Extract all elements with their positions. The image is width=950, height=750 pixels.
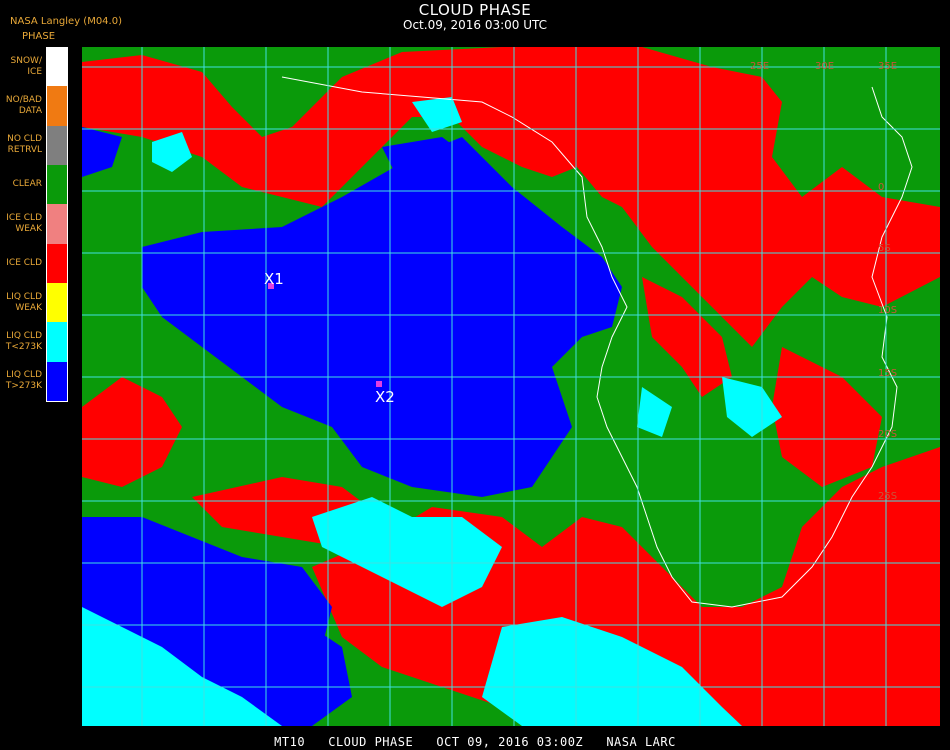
legend-swatch: [47, 125, 67, 165]
grid-label-30e: 30E: [815, 61, 834, 72]
legend-swatch: [47, 282, 67, 323]
legend-label: ICE CLD: [6, 257, 42, 268]
legend-heading: PHASE: [22, 31, 56, 42]
grid-label-25s: 25S: [878, 491, 897, 502]
grid-label-35e: 35E: [878, 61, 897, 72]
legend-label: SNOW/ ICE: [10, 55, 42, 77]
legend-swatch: [47, 164, 67, 205]
grid-label-5s: 5S: [878, 243, 891, 254]
map-title: CLOUD PHASE: [418, 1, 532, 19]
grid-label-25e: 25E: [750, 61, 769, 72]
legend-swatch: [47, 243, 67, 283]
grid-label-10s: 10S: [878, 305, 897, 316]
grid-label-0: 0: [878, 182, 884, 193]
legend-swatch: [47, 47, 67, 87]
status-footer: MT10 CLOUD PHASE OCT 09, 2016 03:00Z NAS…: [274, 735, 676, 749]
legend-label: LIQ CLD WEAK: [6, 291, 42, 313]
legend-label: LIQ CLD T>273K: [5, 370, 42, 392]
legend-swatch: [47, 86, 67, 126]
legend-label: ICE CLD WEAK: [6, 213, 42, 234]
grid-label-20s: 20S: [878, 429, 897, 440]
legend-label: CLEAR: [12, 179, 42, 190]
legend-label: NO CLD RETRVL: [7, 134, 42, 156]
cloud-phase-map: 25E 30E 35E 0 5S 10S 15S 20S 25S X1 X2: [82, 47, 940, 726]
provider-label: NASA Langley (M04.0): [10, 16, 122, 27]
phase-legend: [46, 47, 68, 402]
legend-swatch: [47, 204, 67, 244]
legend-label: NO/BAD DATA: [5, 95, 42, 116]
legend-label: LIQ CLD T<273K: [5, 331, 42, 352]
marker-x2-label: X2: [375, 388, 395, 406]
map-timestamp: Oct.09, 2016 03:00 UTC: [403, 18, 547, 32]
grid-label-15s: 15S: [878, 368, 897, 379]
legend-swatch: [47, 361, 67, 401]
marker-x1-label: X1: [264, 270, 284, 288]
legend-swatch: [47, 322, 67, 362]
marker-x2-point: [376, 381, 382, 387]
